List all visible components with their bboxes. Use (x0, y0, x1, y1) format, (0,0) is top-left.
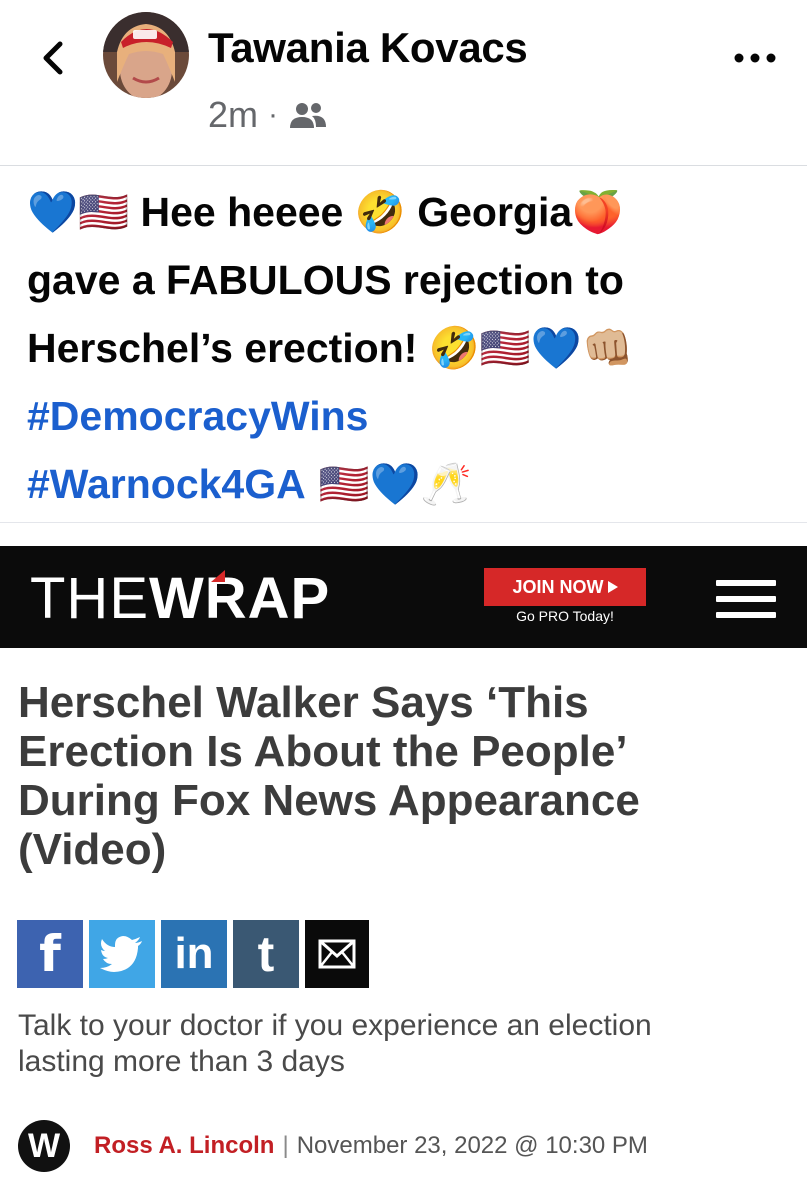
share-buttons: f in t (17, 920, 369, 988)
article-dek: Talk to your doctor if you experience an… (18, 1008, 788, 1080)
text-run: Georgia (405, 189, 573, 235)
article-headline: Herschel Walker Says ‘This Erection Is A… (18, 678, 798, 874)
text-run: Herschel’s erection! (27, 325, 429, 371)
hashtag-link[interactable]: #Warnock4GA (27, 461, 306, 507)
facebook-share-button: f (17, 920, 83, 988)
more-horizontal-icon[interactable] (733, 48, 777, 68)
facebook-icon: f (39, 925, 61, 983)
email-icon (318, 939, 356, 969)
linkedin-icon: in (174, 929, 214, 978)
emoji: 🤣🇺🇸💙👊🏼 (428, 324, 634, 372)
author-link: Ross A. Lincoln (94, 1132, 275, 1159)
dek-line: Talk to your doctor if you experience an… (18, 1009, 652, 1042)
logo-the: THE (30, 565, 149, 631)
chevron-left-icon[interactable] (34, 36, 74, 80)
logo-wrap: WRAP (149, 565, 331, 631)
join-now-button: JOIN NOW (484, 568, 646, 606)
post-text: 💙🇺🇸 Hee heeee 🤣 Georgia🍑 gave a FABULOUS… (27, 178, 797, 518)
post-text-line: #DemocracyWins (27, 382, 797, 450)
emoji: 🍑 (572, 188, 624, 236)
linkedin-share-button: in (161, 920, 227, 988)
email-share-button (305, 920, 369, 988)
w-logo-letter: W (27, 1126, 61, 1165)
site-header-banner[interactable]: THE WRAP JOIN NOW (0, 546, 807, 648)
post-text-line: 💙🇺🇸 Hee heeee 🤣 Georgia🍑 (27, 178, 797, 246)
twitter-share-button (89, 920, 155, 988)
headline-line: During Fox News Appearance (18, 776, 640, 825)
go-pro-label: Go PRO Today! (516, 608, 614, 624)
publish-date: November 23, 2022 @ 10:30 PM (296, 1132, 648, 1159)
headline-line: (Video) (18, 825, 167, 874)
avatar[interactable] (103, 12, 189, 98)
divider (0, 522, 807, 523)
post-text-line: #Warnock4GA 🇺🇸💙🥂 (27, 450, 797, 518)
join-now-label: JOIN NOW (512, 576, 604, 597)
post-text-line: gave a FABULOUS rejection to (27, 246, 797, 314)
post-meta: 2m · (208, 94, 328, 136)
tumblr-icon: t (257, 926, 275, 982)
hashtag-link[interactable]: #DemocracyWins (27, 393, 368, 439)
post-time[interactable]: 2m (208, 94, 258, 136)
emoji: 🤣 (354, 188, 406, 236)
headline-line: Herschel Walker Says ‘This (18, 678, 589, 727)
article-byline: W Ross A. Lincoln | November 23, 2022 @ … (18, 1120, 648, 1172)
meta-separator: · (268, 98, 279, 131)
emoji: 💙🇺🇸 (27, 188, 130, 236)
play-arrow-icon (607, 581, 618, 593)
text-run: Hee heeee (129, 189, 355, 235)
hamburger-menu-icon (716, 580, 776, 620)
text-run: gave a FABULOUS rejection to (27, 257, 624, 303)
byline-separator: | (282, 1132, 289, 1159)
author-name[interactable]: Tawania Kovacs (208, 24, 528, 72)
thewrap-w-logo: W (18, 1120, 70, 1172)
tumblr-share-button: t (233, 920, 299, 988)
logo-accent-icon (211, 570, 225, 582)
headline-line: Erection Is About the People’ (18, 727, 628, 776)
thewrap-logo: THE WRAP (30, 565, 331, 631)
post-text-line: Herschel’s erection! 🤣🇺🇸💙👊🏼 (27, 314, 797, 382)
dek-line: lasting more than 3 days (18, 1045, 345, 1078)
friends-icon (290, 103, 327, 128)
post-header: Tawania Kovacs 2m · (0, 0, 807, 166)
twitter-icon (100, 936, 142, 972)
emoji: 🇺🇸💙🥂 (305, 460, 472, 508)
